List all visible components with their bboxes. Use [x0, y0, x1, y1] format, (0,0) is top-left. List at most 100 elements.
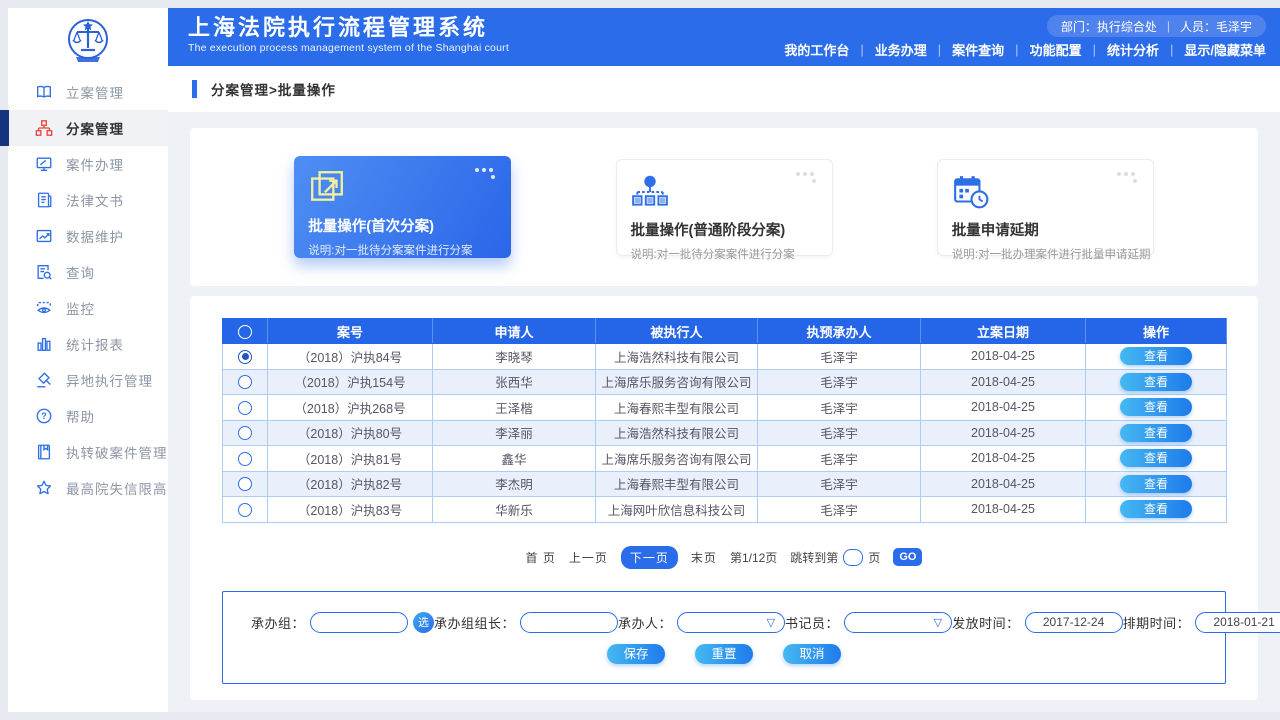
go-button[interactable]: GO [893, 548, 922, 566]
view-button[interactable]: 查看 [1120, 449, 1192, 467]
dots-decoration-icon [1117, 172, 1139, 184]
jump-page-input[interactable] [843, 549, 863, 566]
nav-item-business[interactable]: 业务办理 [875, 40, 927, 59]
cell-executee: 上海浩然科技有限公司 [596, 420, 758, 446]
cell-undertaker: 毛泽宇 [758, 497, 921, 523]
batch-action-cards-panel: 批量操作(首次分案) 说明:对一批待分案案件进行分案 批量操作(普通阶段分案) … [190, 128, 1258, 286]
divider: | [1170, 42, 1173, 57]
sidebar-item-monitoring[interactable]: 监控 [8, 290, 168, 326]
app-title: 上海法院执行流程管理系统 [188, 14, 509, 42]
row-radio[interactable] [238, 426, 252, 440]
col-filing-date: 立案日期 [921, 319, 1086, 344]
sidebar-item-case-filing[interactable]: 立案管理 [8, 74, 168, 110]
first-page-button[interactable]: 首 页 [526, 549, 556, 566]
cell-filing-date: 2018-04-25 [921, 420, 1086, 446]
cell-case-no: （2018）沪执82号 [268, 471, 433, 497]
top-nav: 我的工作台 | 业务办理 | 案件查询 | 功能配置 | 统计分析 | 显示/隐… [784, 40, 1266, 59]
notebook-icon [34, 442, 54, 462]
row-radio[interactable] [238, 452, 252, 466]
sidebar-item-statistics-report[interactable]: 统计报表 [8, 326, 168, 362]
dots-decoration-icon [475, 168, 497, 180]
sidebar-item-label: 最高院失信限高 [66, 478, 168, 498]
nav-item-case-search[interactable]: 案件查询 [952, 40, 1004, 59]
issue-date-input[interactable]: 2017-12-24 [1025, 612, 1123, 633]
row-radio[interactable] [238, 401, 252, 415]
view-button[interactable]: 查看 [1120, 373, 1192, 391]
schedule-date-input[interactable]: 2018-01-21 [1195, 612, 1280, 633]
sidebar: 立案管理 分案管理 案件办理 法律文书 数据维护 查询 监控 [8, 8, 168, 712]
select-all-header[interactable] [223, 319, 268, 344]
clerk-select[interactable]: ▽ [844, 612, 952, 633]
card-batch-extension-request[interactable]: 批量申请延期 说明:对一批办理案件进行批量申请延期 [937, 159, 1154, 256]
cell-undertaker: 毛泽宇 [758, 446, 921, 472]
schedule-date-field: 排期时间： 2018-01-21 [1123, 612, 1280, 633]
prev-page-button[interactable]: 上一页 [569, 549, 608, 566]
issue-date-field: 发放时间： 2017-12-24 [952, 612, 1123, 633]
cancel-button[interactable]: 取消 [783, 644, 841, 664]
sidebar-item-data-maintenance[interactable]: 数据维护 [8, 218, 168, 254]
nav-item-statistics[interactable]: 统计分析 [1107, 40, 1159, 59]
org-tree-icon [631, 170, 818, 210]
card-desc: 说明:对一批办理案件进行批量申请延期 [952, 246, 1139, 262]
last-page-button[interactable]: 末页 [691, 549, 717, 566]
sidebar-item-legal-documents[interactable]: 法律文书 [8, 182, 168, 218]
row-radio[interactable] [238, 477, 252, 491]
sidebar-item-remote-execution[interactable]: 异地执行管理 [8, 362, 168, 398]
breadcrumb-marker [192, 80, 197, 98]
gavel-icon [34, 370, 54, 390]
view-button[interactable]: 查看 [1120, 398, 1192, 416]
chart-line-icon [34, 226, 54, 246]
monitor-eye-icon [34, 298, 54, 318]
pick-group-button[interactable]: 选 [413, 612, 434, 633]
view-button[interactable]: 查看 [1120, 347, 1192, 365]
undertaker-select[interactable]: ▽ [677, 612, 785, 633]
nav-item-workbench[interactable]: 我的工作台 [784, 40, 849, 59]
radio-icon[interactable] [238, 325, 252, 339]
row-radio[interactable] [238, 375, 252, 389]
col-executee: 被执行人 [596, 319, 758, 344]
undertaker-field: 承办人： ▽ [618, 612, 785, 633]
cell-applicant: 李杰明 [433, 471, 596, 497]
cell-case-no: （2018）沪执81号 [268, 446, 433, 472]
sidebar-item-case-assignment[interactable]: 分案管理 [8, 110, 168, 146]
book-icon [34, 82, 54, 102]
cell-filing-date: 2018-04-25 [921, 471, 1086, 497]
view-button[interactable]: 查看 [1120, 424, 1192, 442]
monitor-edit-icon [34, 154, 54, 174]
sidebar-item-label: 案件办理 [66, 154, 124, 174]
sidebar-item-supreme-court-dishonesty[interactable]: 最高院失信限高 [8, 470, 168, 506]
view-button[interactable]: 查看 [1120, 500, 1192, 518]
card-batch-stage-assignment[interactable]: 批量操作(普通阶段分案) 说明:对一批待分案案件进行分案 [616, 159, 833, 256]
app-subtitle: The execution process management system … [188, 42, 509, 54]
cell-undertaker: 毛泽宇 [758, 395, 921, 421]
group-input[interactable] [310, 612, 408, 633]
sidebar-item-label: 帮助 [66, 406, 95, 426]
divider: | [1015, 42, 1018, 57]
sidebar-item-case-handling[interactable]: 案件办理 [8, 146, 168, 182]
sidebar-item-help[interactable]: ? 帮助 [8, 398, 168, 434]
cell-executee: 上海浩然科技有限公司 [596, 344, 758, 370]
sidebar-item-label: 数据维护 [66, 226, 124, 246]
issue-date-label: 发放时间： [952, 613, 1020, 632]
sidebar-item-label: 分案管理 [66, 118, 124, 138]
sidebar-item-query[interactable]: 查询 [8, 254, 168, 290]
next-page-button[interactable]: 下一页 [621, 546, 678, 569]
reset-button[interactable]: 重置 [695, 644, 753, 664]
nav-item-toggle-menu[interactable]: 显示/隐藏菜单 [1184, 40, 1266, 59]
cell-executee: 上海网叶欣信息科技公司 [596, 497, 758, 523]
sidebar-item-label: 执转破案件管理 [66, 442, 168, 462]
card-batch-first-assignment[interactable]: 批量操作(首次分案) 说明:对一批待分案案件进行分案 [294, 156, 511, 258]
row-radio[interactable] [238, 350, 252, 364]
save-button[interactable]: 保存 [607, 644, 665, 664]
card-desc: 说明:对一批待分案案件进行分案 [631, 246, 818, 262]
group-field: 承办组： 选 [251, 612, 434, 633]
nav-item-config[interactable]: 功能配置 [1030, 40, 1082, 59]
row-radio[interactable] [238, 503, 252, 517]
case-table: 案号 申请人 被执行人 执预承办人 立案日期 操作 （2018）沪执84号 李晓… [222, 318, 1227, 523]
leader-input[interactable] [520, 612, 618, 633]
breadcrumb: 分案管理>批量操作 [168, 66, 1280, 112]
view-button[interactable]: 查看 [1120, 475, 1192, 493]
table-row: （2018）沪执268号 王泽楷 上海春熙丰型有限公司 毛泽宇 2018-04-… [223, 395, 1227, 421]
sidebar-item-bankruptcy-cases[interactable]: 执转破案件管理 [8, 434, 168, 470]
sidebar-item-label: 法律文书 [66, 190, 124, 210]
